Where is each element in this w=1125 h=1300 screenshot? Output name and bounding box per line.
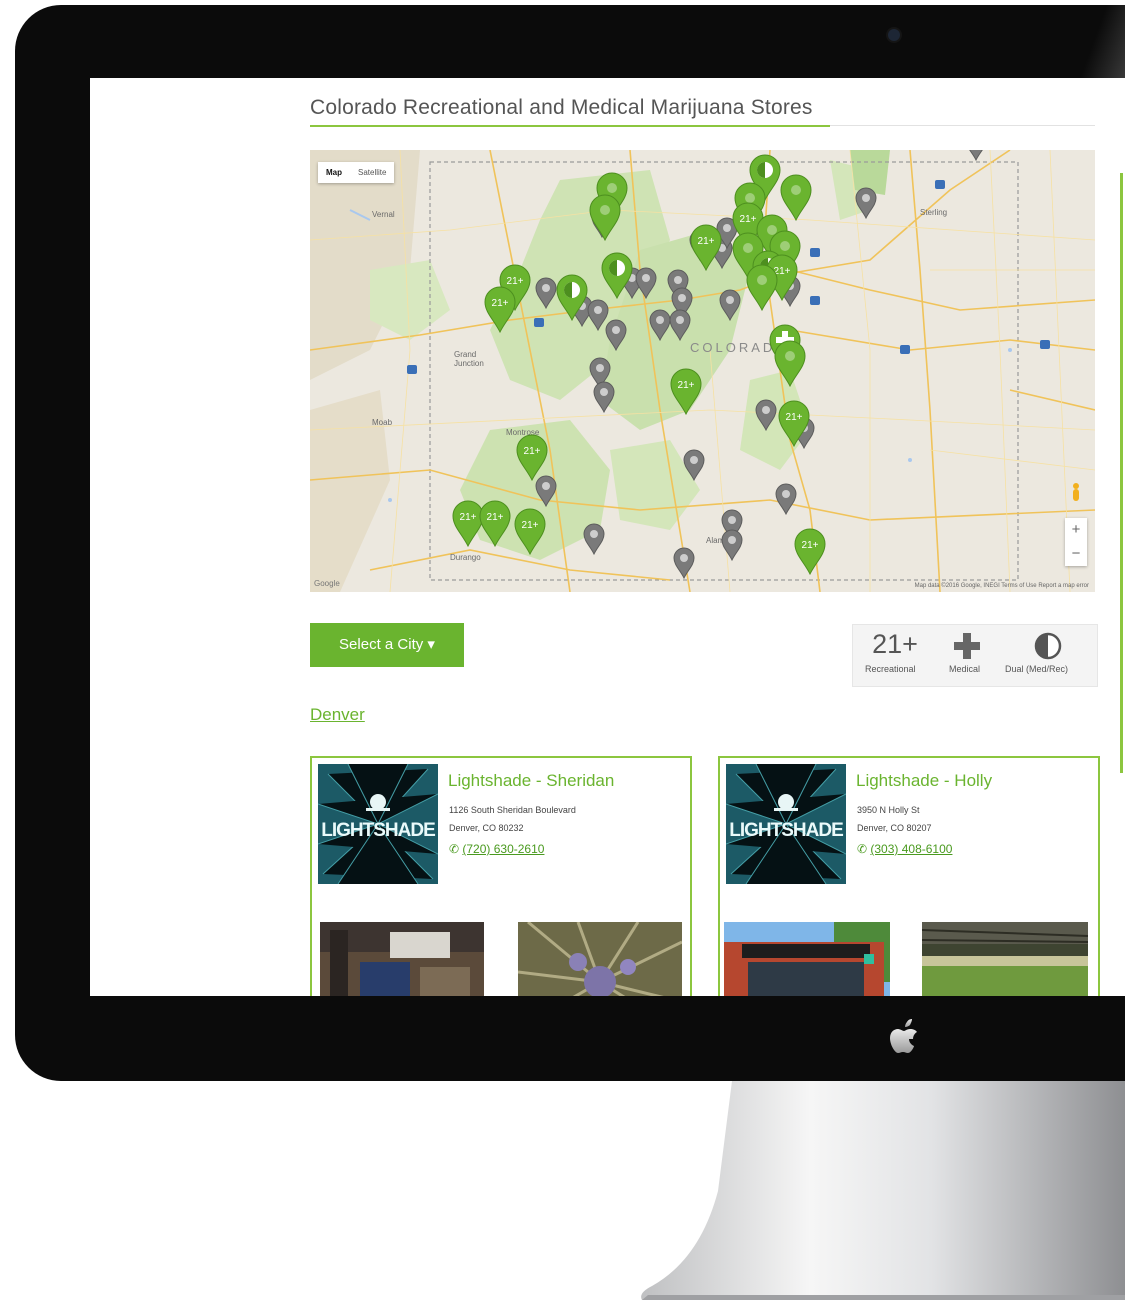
legend-label: Dual (Med/Rec) xyxy=(1005,664,1069,674)
store-name[interactable]: Lightshade - Holly xyxy=(856,771,992,791)
map-type-toggle[interactable]: Map Satellite xyxy=(318,162,395,183)
store-photo[interactable] xyxy=(922,922,1088,996)
street-view-pegman-icon[interactable] xyxy=(1071,482,1081,504)
pin-label: 21+ xyxy=(740,214,757,225)
pin-label: 21+ xyxy=(678,380,695,391)
pin-label: 21+ xyxy=(492,298,509,309)
half-circle-icon xyxy=(1034,632,1062,660)
map-place-label: Grand Junction xyxy=(454,350,484,368)
store-interior-photo xyxy=(320,922,484,996)
store-type-legend: 21+ Recreational Medical Dual (Med/Rec) xyxy=(852,624,1098,687)
legend-label: Recreational xyxy=(865,664,916,674)
store-address-line1: 3950 N Holly St xyxy=(857,805,920,815)
map-place-label: Vernal xyxy=(372,210,395,219)
title-divider xyxy=(830,125,1095,126)
legend-dual: Dual (Med/Rec) xyxy=(1003,625,1093,674)
camera-icon xyxy=(888,29,900,41)
city-heading-link[interactable]: Denver xyxy=(310,705,365,725)
store-phone-link[interactable]: ✆ (720) 630-2610 xyxy=(449,842,544,856)
map-place-label: Durango xyxy=(450,553,481,562)
phone-icon: ✆ xyxy=(449,842,463,856)
sidebar-edge xyxy=(1120,173,1123,773)
store-phone-number[interactable]: (720) 630-2610 xyxy=(462,842,544,856)
pin-label: 21+ xyxy=(802,540,819,551)
apple-logo-icon xyxy=(890,1019,917,1053)
map-type-satellite[interactable]: Satellite xyxy=(350,162,394,183)
store-logo-text: LIGHTSHADE xyxy=(729,820,844,841)
map-type-map[interactable]: Map xyxy=(318,162,350,183)
pin-label: 21+ xyxy=(487,512,504,523)
map-canvas[interactable] xyxy=(310,150,1095,592)
store-photo[interactable] xyxy=(518,922,682,996)
store-address-line1: 1126 South Sheridan Boulevard xyxy=(449,805,576,815)
product-photo xyxy=(518,922,682,996)
phone-icon: ✆ xyxy=(857,842,871,856)
screen: Colorado Recreational and Medical Mariju… xyxy=(90,78,1125,996)
store-logo: LIGHTSHADE xyxy=(318,764,438,884)
legend-label: Medical xyxy=(949,664,981,674)
cross-icon xyxy=(954,633,980,659)
map-place-label: Sterling xyxy=(920,208,948,217)
legend-recreational: 21+ Recreational xyxy=(863,625,927,674)
google-logo: Google xyxy=(314,579,340,588)
map-place-label: Moab xyxy=(372,418,393,427)
map-attribution: Map data ©2016 Google, INEGI Terms of Us… xyxy=(914,583,1089,589)
grow-room-photo xyxy=(922,922,1088,996)
store-address-line2: Denver, CO 80232 xyxy=(449,823,524,833)
store-photo[interactable] xyxy=(320,922,484,996)
legend-recreational-icon: 21+ xyxy=(872,629,918,659)
store-logo: LIGHTSHADE xyxy=(726,764,846,884)
zoom-control: + − xyxy=(1065,518,1087,566)
store-phone-number[interactable]: (303) 408-6100 xyxy=(870,842,952,856)
legend-medical: Medical xyxy=(943,625,991,674)
pin-label: 21+ xyxy=(698,236,715,247)
monitor-stand xyxy=(641,1081,1125,1300)
storefront-photo xyxy=(724,922,890,996)
title-underline xyxy=(310,125,830,127)
store-map[interactable]: Vernal Grand Junction Moab Montrose Dura… xyxy=(310,150,1095,592)
pin-label: 21+ xyxy=(786,412,803,423)
page-title: Colorado Recreational and Medical Mariju… xyxy=(310,96,813,119)
pin-label: 21+ xyxy=(522,520,539,531)
store-card[interactable]: LIGHTSHADE Lightshade - Sheridan 1126 So… xyxy=(310,756,692,996)
pin-label: 21+ xyxy=(507,276,524,287)
store-address-line2: Denver, CO 80207 xyxy=(857,823,932,833)
zoom-in-button[interactable]: + xyxy=(1065,518,1087,542)
pin-label: 21+ xyxy=(524,446,541,457)
store-photo[interactable] xyxy=(724,922,890,996)
store-logo-text: LIGHTSHADE xyxy=(321,820,436,841)
store-card[interactable]: LIGHTSHADE Lightshade - Holly 3950 N Hol… xyxy=(718,756,1100,996)
store-name[interactable]: Lightshade - Sheridan xyxy=(448,771,614,791)
pin-label: 21+ xyxy=(460,512,477,523)
store-phone-link[interactable]: ✆ (303) 408-6100 xyxy=(857,842,952,856)
select-city-button[interactable]: Select a City ▾ xyxy=(310,623,464,667)
zoom-out-button[interactable]: − xyxy=(1065,542,1087,566)
